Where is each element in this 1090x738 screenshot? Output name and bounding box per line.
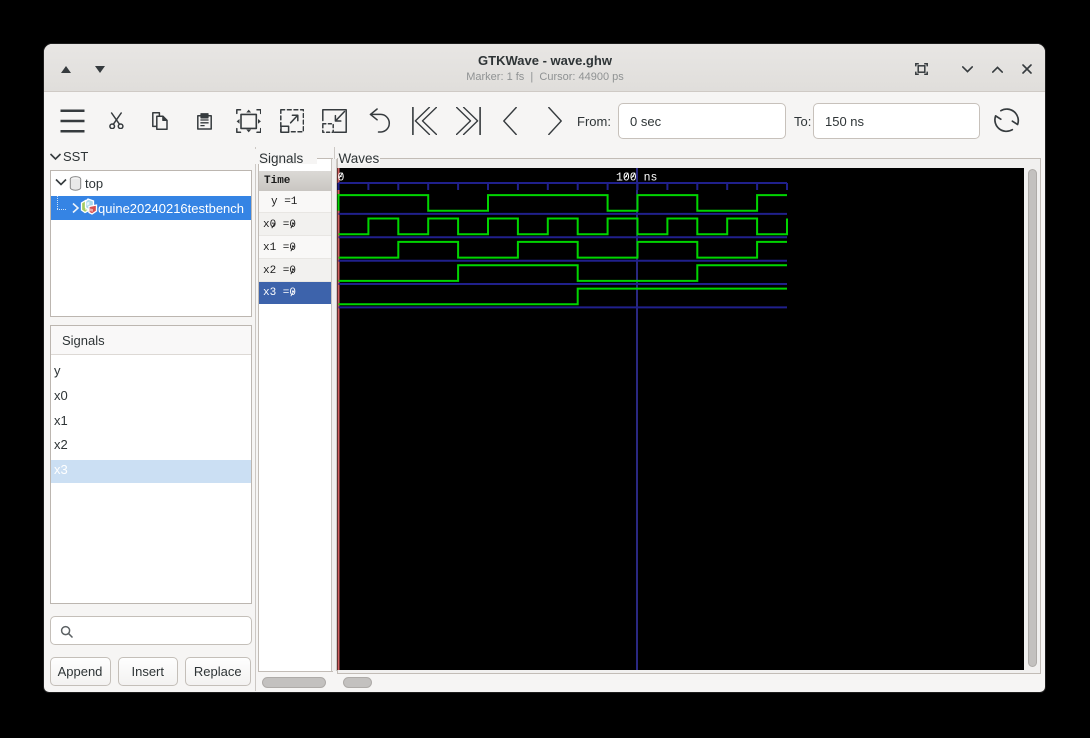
svg-text:100 ns: 100 ns <box>616 172 657 185</box>
svg-text:0: 0 <box>338 172 345 185</box>
